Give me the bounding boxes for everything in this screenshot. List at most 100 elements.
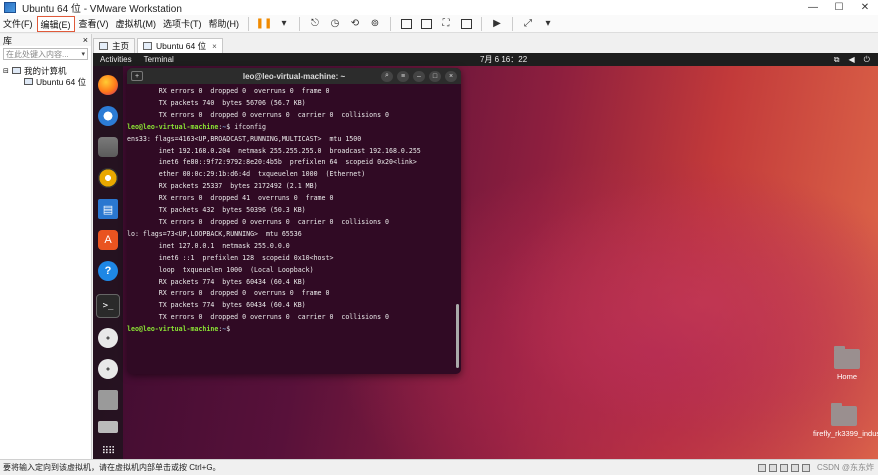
collapse-icon[interactable]: ⊟ xyxy=(3,67,10,75)
term-line: loop txqueuelen 1000 (Local Loopback) xyxy=(127,265,314,274)
menu-vm[interactable]: 虚拟机(M) xyxy=(113,16,160,32)
term-line: lo: flags=73<UP,LOOPBACK,RUNNING> mtu 65… xyxy=(127,229,302,238)
term-line: TX packets 774 bytes 60434 (60.4 KB) xyxy=(127,301,306,310)
menu-icon[interactable]: ≡ xyxy=(397,70,409,82)
power-icon: ⏻ xyxy=(863,54,870,64)
term-line: RX errors 0 dropped 0 overruns 0 frame 0 xyxy=(127,87,330,95)
library-header: 库 × xyxy=(0,34,91,46)
writer-icon[interactable]: ▤ xyxy=(98,199,118,219)
menu-view[interactable]: 查看(V) xyxy=(76,16,112,32)
show-library-icon[interactable] xyxy=(398,17,414,31)
desktop-icon-home[interactable]: Home xyxy=(827,346,867,381)
device-tray: CSDN @东东炸 xyxy=(757,462,874,473)
vmware-logo-icon xyxy=(4,2,16,13)
ubuntu-dock: ▤ A ? >_ ⠿⠿ xyxy=(93,66,123,459)
prompt-path: ~ xyxy=(222,325,227,334)
minimize-icon[interactable]: – xyxy=(413,70,425,82)
terminal-header: + leo@leo-virtual-machine: ~ ⌕ ≡ – □ × xyxy=(127,68,461,84)
tab-home[interactable]: 主页 xyxy=(93,38,136,53)
rhythmbox-icon[interactable] xyxy=(98,168,118,188)
terminal-icon[interactable]: >_ xyxy=(96,294,120,318)
unity-icon[interactable] xyxy=(458,17,474,31)
search-icon[interactable]: ⌕ xyxy=(381,70,393,82)
library-tree: ⊟ 我的计算机 Ubuntu 64 位 xyxy=(0,65,91,87)
term-line: RX errors 0 dropped 0 overruns 0 frame 0 xyxy=(127,289,330,298)
tree-item-ubuntu[interactable]: Ubuntu 64 位 xyxy=(0,76,91,87)
library-panel: 库 × 在此处键入内容... ▾ ⊟ 我的计算机 Ubuntu 64 位 xyxy=(0,34,92,459)
guest-screen[interactable]: Activities Terminal 7月 6 16：22 ⧉ ◀ ⏻ ▤ A… xyxy=(93,53,878,459)
menu-tabs[interactable]: 选项卡(T) xyxy=(160,16,205,32)
close-icon[interactable]: × xyxy=(445,70,457,82)
drive-icon[interactable] xyxy=(98,421,118,433)
console-view-icon[interactable]: ▶ xyxy=(489,17,505,31)
floppy-icon[interactable] xyxy=(98,390,118,410)
usb-icon[interactable] xyxy=(790,463,799,472)
window-controls: — ☐ ✕ xyxy=(800,0,878,15)
thumbnail-bar-icon[interactable] xyxy=(418,17,434,31)
clock[interactable]: 7月 6 16：22 xyxy=(480,54,527,65)
status-text: 要将输入定向到该虚拟机，请在虚拟机内部单击或按 Ctrl+G。 xyxy=(3,463,221,472)
thunderbird-icon[interactable] xyxy=(98,106,118,126)
pause-icon[interactable]: ❚❚ xyxy=(256,17,273,31)
app-menu[interactable]: Terminal xyxy=(144,55,174,64)
maximize-button[interactable]: ☐ xyxy=(826,0,852,15)
library-search-input[interactable]: 在此处键入内容... ▾ xyxy=(3,48,88,60)
chevron-down-icon[interactable]: ▾ xyxy=(276,17,292,31)
vmware-window: Ubuntu 64 位 - VMware Workstation — ☐ ✕ 文… xyxy=(0,0,878,475)
dvd-icon[interactable] xyxy=(98,328,118,348)
term-line: inet 127.0.0.1 netmask 255.0.0.0 xyxy=(127,241,290,250)
snapshot-icon[interactable]: ◷ xyxy=(327,17,343,31)
software-store-icon[interactable]: A xyxy=(98,230,118,250)
terminal-window[interactable]: + leo@leo-virtual-machine: ~ ⌕ ≡ – □ × R… xyxy=(127,68,461,374)
terminal-scrollbar[interactable] xyxy=(456,304,459,368)
term-line: RX errors 0 dropped 41 overruns 0 frame … xyxy=(127,194,334,203)
activities-button[interactable]: Activities xyxy=(100,55,132,64)
minimize-button[interactable]: — xyxy=(800,0,826,15)
cd-icon[interactable] xyxy=(768,463,777,472)
show-apps-icon[interactable]: ⠿⠿ xyxy=(98,441,118,459)
dvd-icon[interactable] xyxy=(98,359,118,379)
term-prompt-line: leo@leo-virtual-machine:~$ ifconfig xyxy=(127,122,266,131)
network-adapter-icon[interactable] xyxy=(779,463,788,472)
files-icon[interactable] xyxy=(98,137,118,157)
tab-close-button[interactable]: × xyxy=(212,42,217,51)
desktop-icon-firefly[interactable]: firefly_rk3399_industry7.1_git_... xyxy=(813,403,878,438)
tree-item-my-computer[interactable]: ⊟ 我的计算机 xyxy=(0,65,91,76)
network-icon: ⧉ xyxy=(833,54,840,64)
full-screen-icon[interactable]: ⛶ xyxy=(438,17,454,31)
desktop-icon-label: Home xyxy=(836,372,857,381)
menu-file[interactable]: 文件(F) xyxy=(0,16,36,32)
snapshot-manager-icon[interactable]: ⊚ xyxy=(367,17,383,31)
library-close-button[interactable]: × xyxy=(83,35,88,45)
volume-icon: ◀ xyxy=(848,54,855,64)
term-line: TX errors 0 dropped 0 overruns 0 carrier… xyxy=(127,313,390,322)
hard-disk-icon[interactable] xyxy=(757,463,766,472)
close-button[interactable]: ✕ xyxy=(852,0,878,15)
term-line: TX errors 0 dropped 0 overruns 0 carrier… xyxy=(127,217,390,226)
system-tray[interactable]: ⧉ ◀ ⏻ xyxy=(834,55,870,65)
firefox-icon[interactable] xyxy=(98,75,118,95)
help-icon[interactable]: ? xyxy=(98,261,118,281)
revert-snapshot-icon[interactable]: ⟲ xyxy=(347,17,363,31)
menu-edit[interactable]: 编辑(E) xyxy=(36,15,75,32)
home-folder-icon xyxy=(834,346,860,369)
send-ctrl-alt-del-icon[interactable]: ⎋ xyxy=(307,17,323,31)
term-line: TX packets 432 bytes 50396 (50.3 KB) xyxy=(127,206,306,215)
chevron-down-icon[interactable]: ▾ xyxy=(540,17,556,31)
folder-icon xyxy=(831,403,857,426)
term-line: RX packets 25337 bytes 2172492 (2.1 MB) xyxy=(127,182,318,191)
chevron-down-icon[interactable]: ▾ xyxy=(81,50,85,58)
window-title: Ubuntu 64 位 - VMware Workstation xyxy=(22,4,182,15)
tab-ubuntu[interactable]: Ubuntu 64 位 × xyxy=(137,38,223,53)
term-line: ens33: flags=4163<UP,BROADCAST,RUNNING,M… xyxy=(127,134,362,143)
term-line: inet 192.168.0.204 netmask 255.255.255.0… xyxy=(127,146,421,155)
status-bar: 要将输入定向到该虚拟机，请在虚拟机内部单击或按 Ctrl+G。 CSDN @东东… xyxy=(0,459,878,475)
menu-help[interactable]: 帮助(H) xyxy=(206,16,243,32)
toolbar-separator xyxy=(299,16,300,31)
sound-icon[interactable] xyxy=(801,463,810,472)
prompt-path: ~ xyxy=(222,122,227,131)
maximize-icon[interactable]: □ xyxy=(429,70,441,82)
terminal-output[interactable]: RX errors 0 dropped 0 overruns 0 frame 0… xyxy=(127,84,461,336)
term-line: inet6 ::1 prefixlen 128 scopeid 0x10<hos… xyxy=(127,253,334,262)
stretch-guest-icon[interactable]: ⤢ xyxy=(520,17,536,31)
